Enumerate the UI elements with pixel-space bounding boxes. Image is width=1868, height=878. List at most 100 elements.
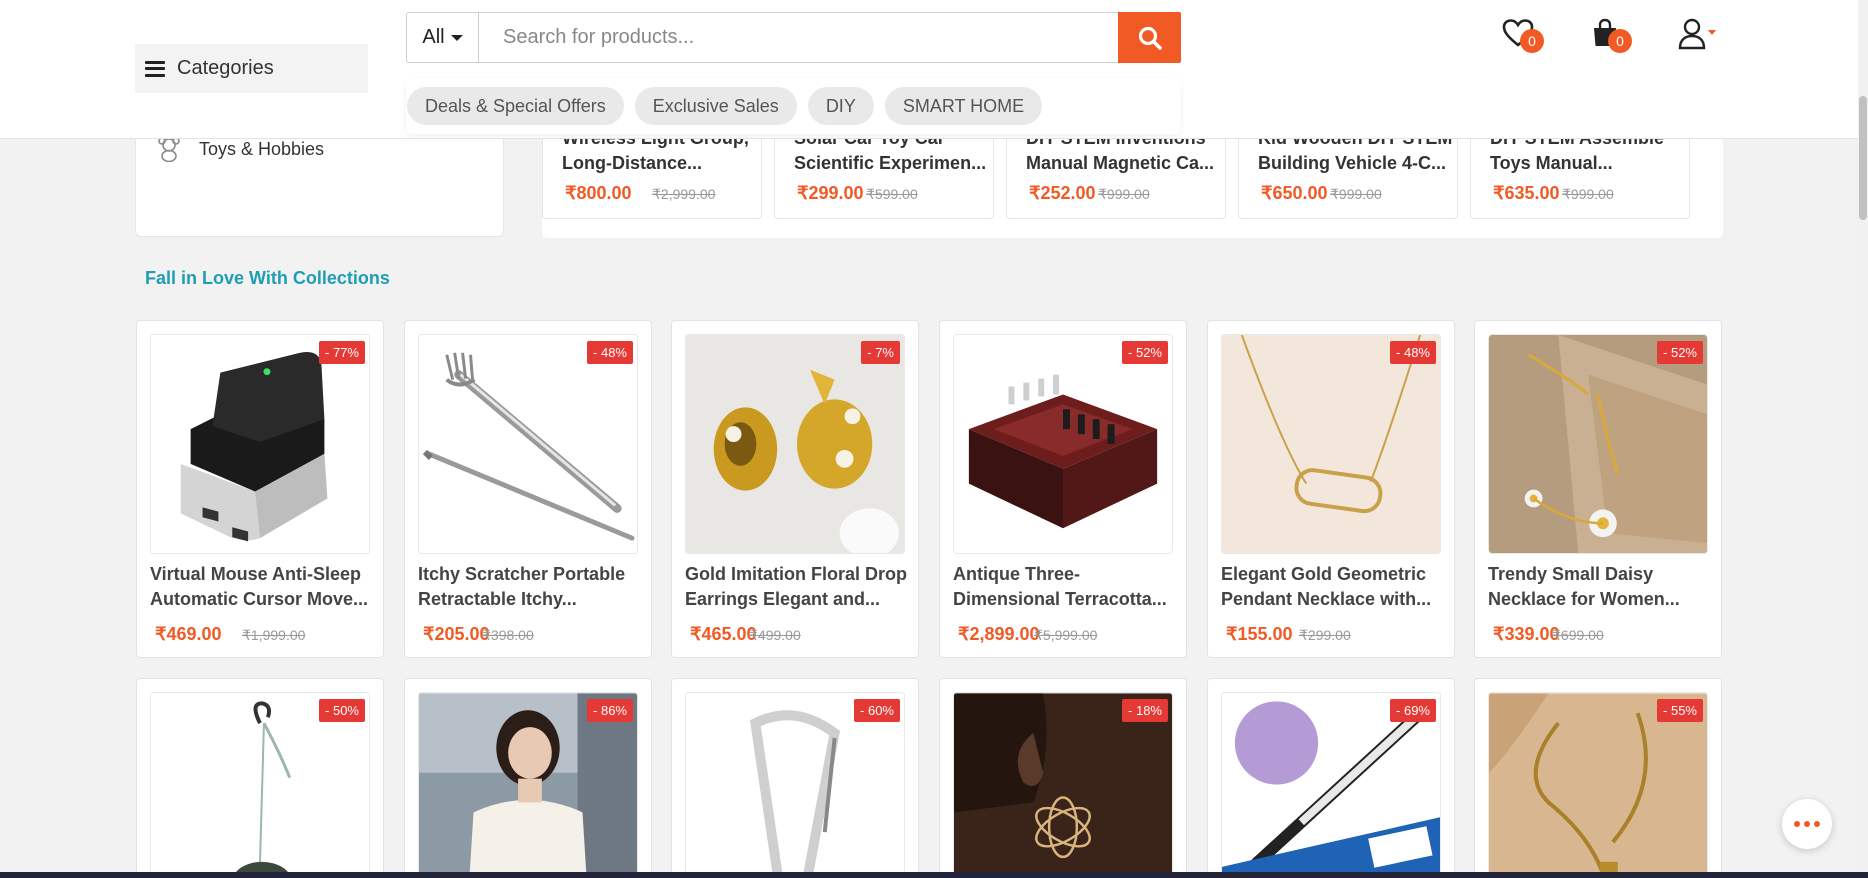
tag-deals[interactable]: Deals & Special Offers bbox=[407, 87, 624, 125]
discount-badge: - 69% bbox=[1390, 699, 1436, 722]
product-old-price: ₹398.00 bbox=[482, 627, 534, 643]
discount-badge: - 48% bbox=[587, 341, 633, 364]
product-price: ₹469.00 bbox=[155, 624, 222, 644]
product-name: Elegant Gold Geometric Pendant Necklace … bbox=[1221, 564, 1432, 609]
more-dots-icon bbox=[1794, 821, 1800, 827]
product-price: ₹635.00 bbox=[1493, 183, 1560, 203]
account-button[interactable] bbox=[1678, 18, 1718, 55]
product-price: ₹465.00 bbox=[690, 624, 757, 644]
product-card[interactable]: - 60% bbox=[671, 678, 919, 878]
product-old-price: ₹599.00 bbox=[866, 186, 918, 202]
cart-button[interactable]: 0 bbox=[1592, 18, 1632, 53]
product-image: - 69% bbox=[1221, 692, 1441, 878]
discount-badge: - 77% bbox=[319, 341, 365, 364]
scrollbar-thumb[interactable] bbox=[1859, 96, 1867, 220]
wishlist-button[interactable]: 0 bbox=[1502, 18, 1544, 53]
product-image: - 7% bbox=[685, 334, 905, 554]
product-name: DIY STEM Inventions Manual Magnetic Ca..… bbox=[1026, 139, 1215, 173]
chat-button[interactable] bbox=[1782, 799, 1832, 849]
product-old-price: ₹2,999.00 bbox=[652, 186, 716, 202]
categories-button[interactable]: Categories bbox=[135, 44, 368, 93]
product-name: Wireless Light Group, Long-Distance... bbox=[562, 139, 749, 173]
search-category-select[interactable]: All bbox=[407, 13, 479, 62]
strip-product-card[interactable]: DIY STEM Assemble Toys Manual... ₹635.00… bbox=[1470, 139, 1690, 219]
product-image: - 60% bbox=[685, 692, 905, 878]
hamburger-icon bbox=[145, 60, 165, 77]
product-price: ₹299.00 bbox=[797, 183, 864, 203]
product-card[interactable]: - 52% Antique Three-Dimensional Terracot… bbox=[939, 320, 1187, 658]
strip-product-card[interactable]: DIY STEM Inventions Manual Magnetic Ca..… bbox=[1006, 139, 1226, 219]
product-old-price: ₹299.00 bbox=[1299, 627, 1351, 643]
product-old-price: ₹699.00 bbox=[1552, 627, 1604, 643]
search-tags: Deals & Special Offers Exclusive Sales D… bbox=[406, 78, 1181, 134]
product-old-price: ₹1,999.00 bbox=[242, 627, 306, 643]
product-card[interactable]: - 48% Elegant Gold Geometric Pendant Nec… bbox=[1207, 320, 1455, 658]
product-card[interactable]: - 55% bbox=[1474, 678, 1722, 878]
product-image: - 77% bbox=[150, 334, 370, 554]
site-header: Categories All Deals & Special Offers Ex… bbox=[0, 0, 1858, 139]
discount-badge: - 18% bbox=[1122, 699, 1168, 722]
strip-product-card[interactable]: Kid Wooden DIY STEM Building Vehicle 4-C… bbox=[1238, 139, 1458, 219]
product-card[interactable]: - 50% bbox=[136, 678, 384, 878]
product-price: ₹252.00 bbox=[1029, 183, 1096, 203]
product-name: Kid Wooden DIY STEM Building Vehicle 4-C… bbox=[1258, 139, 1452, 173]
discount-badge: - 50% bbox=[319, 699, 365, 722]
product-card[interactable]: - 69% bbox=[1207, 678, 1455, 878]
user-icon bbox=[1678, 18, 1716, 50]
product-name: Trendy Small Daisy Necklace for Women... bbox=[1488, 564, 1680, 609]
product-card[interactable]: - 52% Trendy Small Daisy Necklace for Wo… bbox=[1474, 320, 1722, 658]
discount-badge: - 7% bbox=[861, 341, 900, 364]
product-image: - 48% bbox=[418, 334, 638, 554]
product-name: Antique Three-Dimensional Terracotta... bbox=[953, 564, 1167, 609]
product-image: - 50% bbox=[150, 692, 370, 878]
featured-products-strip: Wireless Light Group, Long-Distance... ₹… bbox=[542, 139, 1723, 238]
search-bar: All bbox=[406, 12, 1181, 63]
search-input[interactable] bbox=[479, 13, 1118, 62]
product-name: Solar Car Toy Car Scientific Experimen..… bbox=[794, 139, 987, 173]
discount-badge: - 86% bbox=[587, 699, 633, 722]
product-old-price: ₹999.00 bbox=[1562, 186, 1614, 202]
discount-badge: - 60% bbox=[854, 699, 900, 722]
tag-diy[interactable]: DIY bbox=[807, 87, 874, 125]
caret-down-icon bbox=[1708, 30, 1716, 35]
product-card[interactable]: - 18% bbox=[939, 678, 1187, 878]
tag-smart-home[interactable]: SMART HOME bbox=[884, 87, 1043, 125]
teddy-bear-icon bbox=[158, 137, 180, 162]
product-image: - 52% bbox=[953, 334, 1173, 554]
product-old-price: ₹499.00 bbox=[749, 627, 801, 643]
categories-label: Categories bbox=[177, 57, 274, 79]
product-name: DIY STEM Assemble Toys Manual... bbox=[1490, 139, 1664, 173]
product-card[interactable]: - 48% Itchy Scratcher Portable Retractab… bbox=[404, 320, 652, 658]
product-image: - 86% bbox=[418, 692, 638, 878]
sidebar-item-toys-hobbies[interactable]: Toys & Hobbies bbox=[157, 136, 324, 162]
product-card[interactable]: - 7% Gold Imitation Floral Drop Earrings… bbox=[671, 320, 919, 658]
cart-count: 0 bbox=[1608, 29, 1632, 53]
discount-badge: - 55% bbox=[1657, 699, 1703, 722]
product-price: ₹205.00 bbox=[423, 624, 490, 644]
sidebar-item-label: Toys & Hobbies bbox=[199, 138, 325, 159]
product-old-price: ₹999.00 bbox=[1098, 186, 1150, 202]
discount-badge: - 52% bbox=[1122, 341, 1168, 364]
search-icon bbox=[1138, 26, 1162, 50]
product-old-price: ₹5,999.00 bbox=[1034, 627, 1098, 643]
product-card[interactable]: - 86% bbox=[404, 678, 652, 878]
strip-product-card[interactable]: Wireless Light Group, Long-Distance... ₹… bbox=[542, 139, 762, 219]
product-price: ₹339.00 bbox=[1493, 624, 1560, 644]
bottom-edge-bar bbox=[0, 872, 1868, 878]
product-image: - 52% bbox=[1488, 334, 1708, 554]
product-price: ₹650.00 bbox=[1261, 183, 1328, 203]
search-category-value: All bbox=[422, 26, 445, 48]
product-image: - 55% bbox=[1488, 692, 1708, 878]
strip-product-card[interactable]: Solar Car Toy Car Scientific Experimen..… bbox=[774, 139, 994, 219]
product-old-price: ₹999.00 bbox=[1330, 186, 1382, 202]
product-name: Gold Imitation Floral Drop Earrings Eleg… bbox=[685, 564, 907, 609]
product-image: - 48% bbox=[1221, 334, 1441, 554]
more-dots-icon bbox=[1804, 821, 1810, 827]
caret-down-icon bbox=[450, 34, 463, 41]
product-card[interactable]: - 77% Virtual Mouse Anti-Sleep Automatic… bbox=[136, 320, 384, 658]
product-price: ₹800.00 bbox=[565, 183, 632, 203]
discount-badge: - 52% bbox=[1657, 341, 1703, 364]
tag-exclusive-sales[interactable]: Exclusive Sales bbox=[634, 87, 797, 125]
product-image: - 18% bbox=[953, 692, 1173, 878]
search-button[interactable] bbox=[1118, 12, 1181, 63]
